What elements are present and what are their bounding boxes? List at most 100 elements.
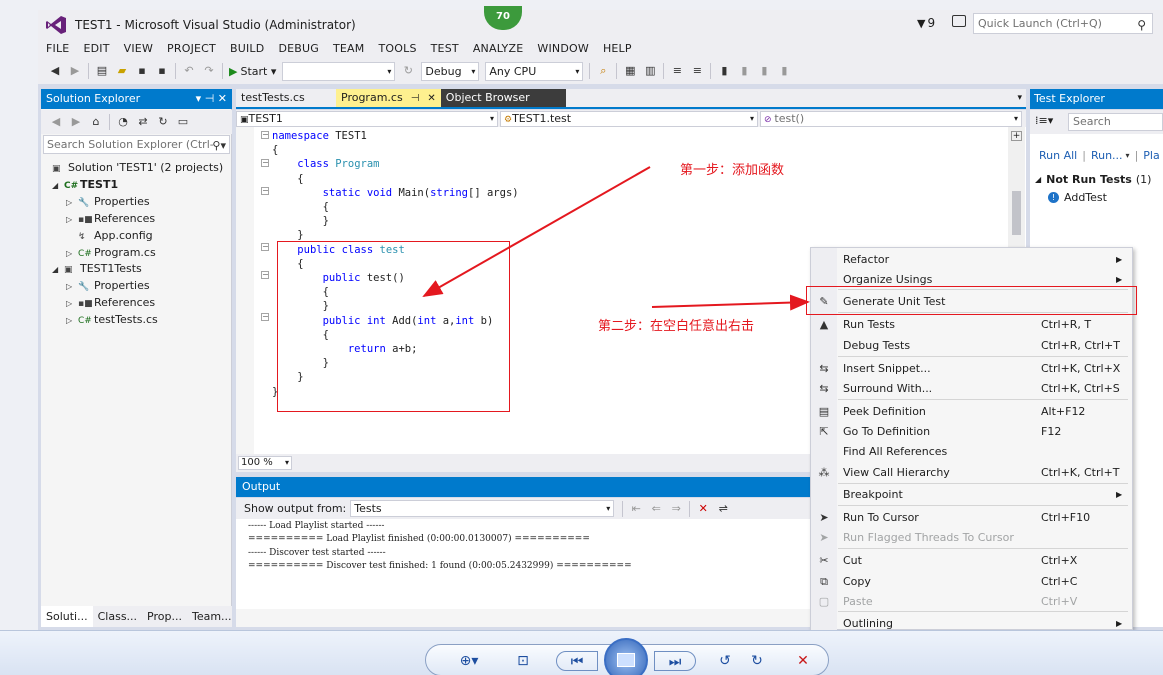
test-search-input[interactable]: Search [1068,113,1163,131]
test-item[interactable]: ! AddTest [1048,191,1107,204]
find-message-icon[interactable]: ⇤ [629,502,643,516]
quick-launch-input[interactable]: Quick Launch (Ctrl+Q) ⚲ [973,13,1153,34]
tab-solution-explorer[interactable]: Soluti... [41,606,93,627]
collapsed-arrow-icon[interactable]: ▷ [66,312,78,329]
refresh-icon[interactable]: ↻ [156,115,170,129]
menu-edit[interactable]: EDIT [83,42,109,55]
collapse-icon[interactable]: − [261,313,269,321]
refresh-icon[interactable]: ↻ [401,64,415,78]
tree-item-testtests-cs[interactable]: ▷ C# testTests.cs [66,311,158,328]
tree-item-project[interactable]: ◢ C# TEST1 [52,176,118,193]
actual-size-icon[interactable]: ⊡ [512,651,534,671]
collapse-icon[interactable]: − [261,243,269,251]
collapsed-arrow-icon[interactable]: ▷ [66,211,78,228]
output-horizontal-scrollbar[interactable] [236,609,811,627]
menu-debug[interactable]: DEBUG [278,42,319,55]
collapsed-arrow-icon[interactable]: ▷ [66,194,78,211]
expanded-arrow-icon[interactable]: ◢ [52,261,64,278]
new-project-icon[interactable]: ▤ [95,64,109,78]
tree-item-program-cs[interactable]: ▷ C# Program.cs [66,244,156,261]
menu-tools[interactable]: TOOLS [378,42,416,55]
tab-overflow-icon[interactable]: ▾ [1017,93,1022,103]
configuration-combo[interactable]: Debug ▾ [421,61,480,81]
collapse-icon[interactable]: − [261,159,269,167]
sync-icon[interactable]: ⇄ [136,115,150,129]
next-bookmark-icon[interactable]: ▮ [757,64,771,78]
menu-item-refactor[interactable]: Refactor ▶ [843,251,1128,269]
debug-target-combo[interactable]: ▾ [282,61,396,81]
tree-item-references[interactable]: ▷ ▪■References [66,210,155,227]
collapsed-arrow-icon[interactable]: ▷ [66,295,78,312]
group-by-icon[interactable]: ⁞≡▾ [1035,114,1053,127]
test-group-header[interactable]: ◢ Not Run Tests (1) [1035,173,1151,186]
panel-controls[interactable]: ▾ ⊣ ✕ [196,89,227,109]
rotate-right-icon[interactable]: ↻ [746,651,768,671]
back-icon[interactable]: ◀ [49,115,63,129]
menu-view[interactable]: VIEW [124,42,153,55]
tab-testtests-cs[interactable]: testTests.cs [236,89,336,107]
tree-item-solution[interactable]: ▣ Solution 'TEST1' (2 projects) [52,159,223,176]
menu-analyze[interactable]: ANALYZE [473,42,524,55]
tree-item-app-config[interactable]: ↯ App.config [78,227,153,244]
expanded-arrow-icon[interactable]: ◢ [52,177,64,194]
menu-build[interactable]: BUILD [230,42,264,55]
menu-item-find-all-references[interactable]: Find All References [843,443,1128,461]
pin-icon[interactable]: ⊣ [411,93,420,104]
forward-icon[interactable]: ▶ [68,64,82,78]
menu-item-breakpoint[interactable]: Breakpoint ▶ [843,486,1128,504]
tree-item-test-references[interactable]: ▷ ▪■References [66,294,155,311]
collapse-icon[interactable]: − [261,187,269,195]
tab-program-cs[interactable]: Program.cs ⊣ ✕ [336,89,441,107]
open-file-icon[interactable]: ▰ [115,64,129,78]
solution-search-input[interactable]: Search Solution Explorer (Ctrl- ⚲▾ [43,135,230,154]
menu-item-copy[interactable]: Copy Ctrl+C [843,573,1128,591]
menu-item-go-to-definition[interactable]: Go To Definition F12 [843,423,1128,441]
zoom-combo[interactable]: 100 % ▾ [238,456,292,470]
redo-icon[interactable]: ↷ [202,64,216,78]
member-nav-combo[interactable]: ⊘ test() ▾ [760,110,1022,127]
find-in-files-icon[interactable]: ⌕ [596,64,610,78]
tab-object-browser[interactable]: Object Browser [440,89,566,107]
menu-item-peek-definition[interactable]: Peek Definition Alt+F12 [843,403,1128,421]
split-icon[interactable]: + [1011,131,1022,141]
rotate-left-icon[interactable]: ↺ [714,651,736,671]
class-nav-combo[interactable]: ⚙TEST1.test ▾ [500,110,758,127]
prev-bookmark-icon[interactable]: ▮ [737,64,751,78]
close-icon[interactable]: ✕ [427,93,435,104]
menu-help[interactable]: HELP [603,42,632,55]
collapse-icon[interactable]: − [261,271,269,279]
menu-item-insert-snippet[interactable]: Insert Snippet... Ctrl+K, Ctrl+X [843,360,1128,378]
collapsed-arrow-icon[interactable]: ▷ [66,278,78,295]
tab-team-explorer[interactable]: Team... [187,606,237,627]
tree-item-test-project[interactable]: ◢ ▣ TEST1Tests [52,260,142,277]
menu-item-debug-tests[interactable]: Debug Tests Ctrl+R, Ctrl+T [843,337,1128,355]
menu-item-run-flagged-threads-to-cursor[interactable]: Run Flagged Threads To Cursor [843,529,1128,547]
menu-item-run-tests[interactable]: Run Tests Ctrl+R, T [843,316,1128,334]
home-icon[interactable]: ⌂ [89,115,103,129]
notification-flag[interactable]: ▼ 9 [917,16,935,30]
word-wrap-icon[interactable]: ⇌ [716,502,730,516]
pending-changes-icon[interactable]: ◔ [116,115,130,129]
next-message-icon[interactable]: ⇒ [669,502,683,516]
layout-icon[interactable]: ▥ [643,64,657,78]
clear-bookmarks-icon[interactable]: ▮ [777,64,791,78]
platform-combo[interactable]: Any CPU ▾ [485,61,584,81]
menu-item-surround-with[interactable]: Surround With... Ctrl+K, Ctrl+S [843,380,1128,398]
scroll-thumb[interactable] [1012,191,1021,235]
save-all-icon[interactable]: ▪ [155,64,169,78]
collapse-icon[interactable]: − [261,131,269,139]
clear-all-icon[interactable]: ✕ [696,502,710,516]
menu-window[interactable]: WINDOW [537,42,589,55]
bookmark-icon[interactable]: ▮ [717,64,731,78]
playlist-link[interactable]: Pla [1143,149,1159,162]
uncomment-icon[interactable]: ≡ [690,64,704,78]
collapse-all-icon[interactable]: ▭ [176,115,190,129]
solution-config-icon[interactable]: ▦ [623,64,637,78]
prev-message-icon[interactable]: ⇐ [649,502,663,516]
menu-item-run-to-cursor[interactable]: Run To Cursor Ctrl+F10 [843,509,1128,527]
output-source-select[interactable]: Tests ▾ [350,500,615,517]
run-all-link[interactable]: Run All [1039,149,1077,162]
tree-item-properties[interactable]: ▷ 🔧 Properties [66,193,150,210]
delete-icon[interactable]: ✕ [792,651,814,671]
previous-image-icon[interactable]: ⏮ [556,651,598,671]
